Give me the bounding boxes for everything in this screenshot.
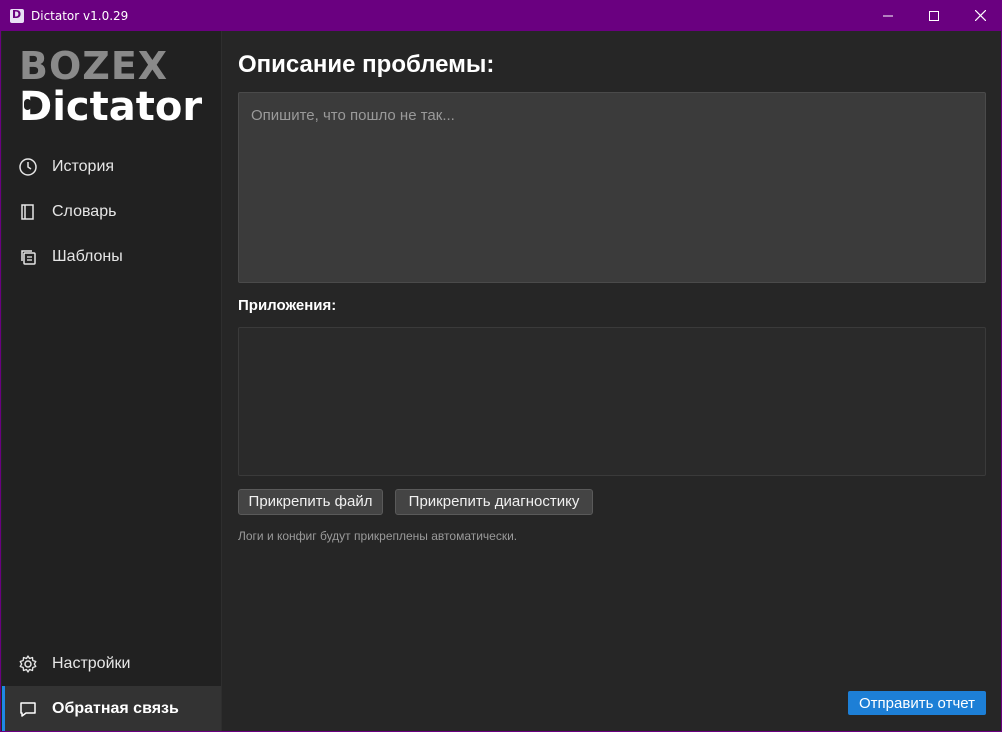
auto-attach-hint: Логи и конфиг будут прикреплены автомати… xyxy=(238,529,518,543)
maximize-icon xyxy=(929,10,939,21)
bozex-dictator-logo: BOZEX Dictator xyxy=(19,47,209,131)
chat-icon xyxy=(18,699,38,719)
send-report-button[interactable]: Отправить отчет xyxy=(848,691,986,715)
microphone-icon xyxy=(24,99,31,110)
sidebar-item-label: Шаблоны xyxy=(52,247,123,265)
feedback-panel: Описание проблемы: Приложения: Прикрепит… xyxy=(222,31,1002,731)
attach-file-button[interactable]: Прикрепить файл xyxy=(238,489,383,515)
sidebar: BOZEX Dictator История Словарь Шаблоны Н… xyxy=(2,31,222,731)
sidebar-item-history[interactable]: История xyxy=(2,144,221,189)
attachments-list[interactable] xyxy=(238,327,986,476)
sidebar-item-label: Настройки xyxy=(52,654,131,672)
sidebar-item-label: История xyxy=(52,157,115,175)
sidebar-item-dictionary[interactable]: Словарь xyxy=(2,189,221,234)
minimize-button[interactable] xyxy=(865,0,911,31)
gear-icon xyxy=(18,654,38,674)
templates-icon xyxy=(18,247,38,267)
app-logo-icon xyxy=(10,8,24,23)
title-bar: Dictator v1.0.29 xyxy=(1,0,1002,31)
attach-diagnostics-button[interactable]: Прикрепить диагностику xyxy=(395,489,593,515)
logo-dictator-text: Dictator xyxy=(19,84,203,130)
close-button[interactable] xyxy=(957,0,1002,31)
sidebar-item-feedback[interactable]: Обратная связь xyxy=(2,686,221,731)
clock-icon xyxy=(18,157,38,177)
sidebar-item-label: Обратная связь xyxy=(52,699,179,717)
window-controls xyxy=(865,0,1002,31)
maximize-button[interactable] xyxy=(911,0,957,31)
sidebar-item-templates[interactable]: Шаблоны xyxy=(2,234,221,279)
minimize-icon xyxy=(883,15,893,16)
attachments-label: Приложения: xyxy=(238,297,337,314)
app-window: Dictator v1.0.29 BOZEX Dictator История xyxy=(0,0,1002,732)
book-icon xyxy=(18,202,38,222)
close-icon xyxy=(974,10,986,21)
problem-description-input[interactable] xyxy=(238,92,986,283)
sidebar-item-settings[interactable]: Настройки xyxy=(2,641,221,686)
window-title: Dictator v1.0.29 xyxy=(31,8,129,23)
logo-bozex-text: BOZEX xyxy=(19,44,169,88)
page-title: Описание проблемы: xyxy=(238,51,495,78)
sidebar-item-label: Словарь xyxy=(52,202,117,220)
